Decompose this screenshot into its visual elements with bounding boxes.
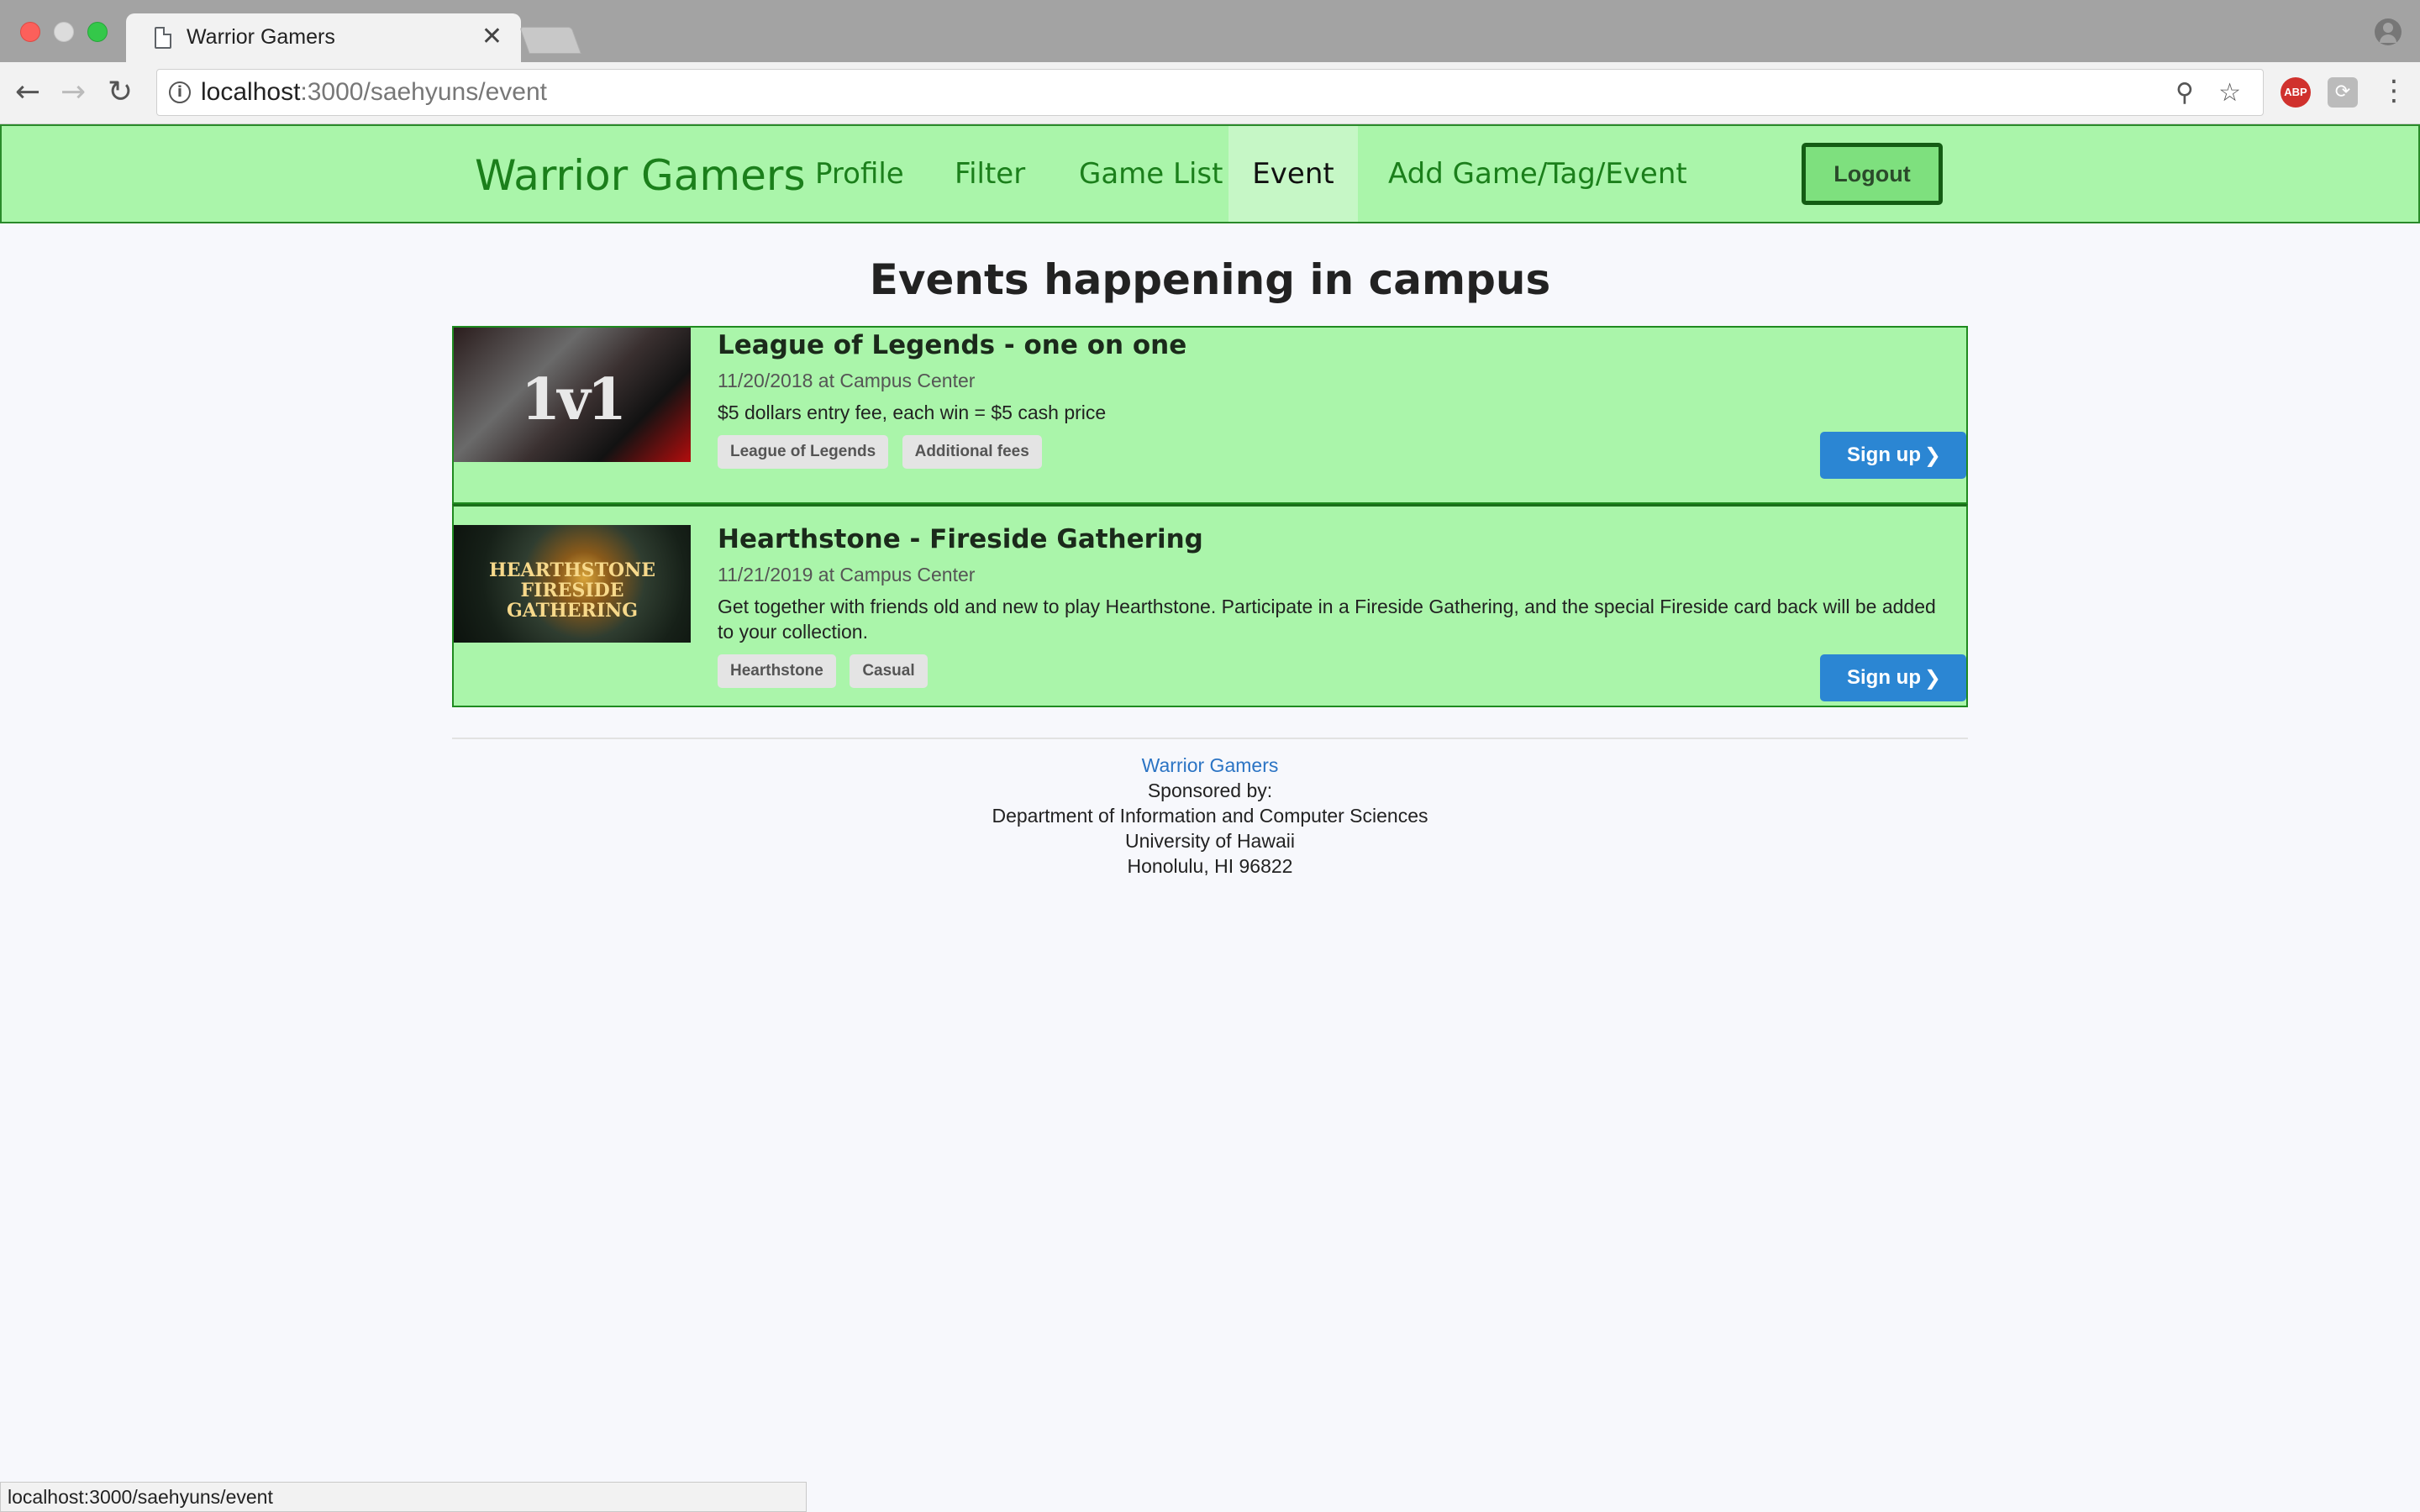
zoom-icon[interactable]: ⚲ bbox=[2175, 78, 2194, 108]
page-icon bbox=[155, 27, 171, 49]
tab-close-icon[interactable]: ✕ bbox=[481, 22, 502, 51]
signup-button[interactable]: Sign up ❯ bbox=[1820, 432, 1966, 479]
thumbnail-text: 1v1 bbox=[520, 366, 627, 433]
reload-icon[interactable]: ↻ bbox=[108, 74, 133, 111]
adblock-icon[interactable]: ABP bbox=[2281, 77, 2311, 108]
tag-label: Additional fees bbox=[902, 435, 1042, 469]
footer-address: Honolulu, HI 96822 bbox=[1127, 855, 1293, 877]
event-thumbnail: 1v1 bbox=[454, 328, 691, 462]
nav-item-game-list[interactable]: Game List bbox=[1079, 126, 1223, 222]
thumbnail-text: HEARTHSTONE FIRESIDE GATHERING bbox=[489, 559, 655, 622]
browser-status-bar: localhost:3000/saehyuns/event bbox=[0, 1482, 807, 1512]
url-path: :3000/saehyuns/event bbox=[300, 78, 547, 106]
tab-title: Warrior Gamers bbox=[187, 25, 335, 49]
event-thumbnail: HEARTHSTONE FIRESIDE GATHERING bbox=[454, 525, 691, 643]
signup-label: Sign up bbox=[1847, 666, 1921, 689]
footer-brand-link[interactable]: Warrior Gamers bbox=[452, 753, 1968, 778]
event-card: HEARTHSTONE FIRESIDE GATHERING Hearthsto… bbox=[452, 504, 1968, 707]
event-description: $5 dollars entry fee, each win = $5 cash… bbox=[718, 402, 1107, 423]
new-tab-button[interactable] bbox=[519, 27, 581, 54]
user-profile-icon[interactable] bbox=[2375, 18, 2402, 45]
tag-label: Hearthstone bbox=[718, 654, 836, 688]
url-host: localhost bbox=[201, 78, 301, 106]
logout-button[interactable]: Logout bbox=[1802, 143, 1943, 205]
site-brand[interactable]: Warrior Gamers bbox=[475, 151, 806, 200]
event-title: Hearthstone - Fireside Gathering bbox=[718, 524, 1203, 554]
event-meta: 11/21/2019 at Campus Center bbox=[718, 564, 976, 585]
forward-arrow-icon[interactable]: → bbox=[60, 74, 86, 111]
tag-label: League of Legends bbox=[718, 435, 889, 469]
footer-department: Department of Information and Computer S… bbox=[992, 805, 1428, 827]
extension-icon[interactable]: ⟳ bbox=[2328, 77, 2358, 108]
browser-menu-icon[interactable]: ⋮ bbox=[2380, 74, 2408, 108]
browser-tab[interactable]: Warrior Gamers ✕ bbox=[126, 13, 521, 62]
event-body: Hearthstone - Fireside Gathering 11/21/2… bbox=[718, 522, 1949, 688]
site-info-icon[interactable]: i bbox=[169, 81, 191, 103]
address-bar[interactable]: i localhost:3000/saehyuns/event ⚲ ☆ bbox=[156, 69, 2264, 116]
nav-item-filter[interactable]: Filter bbox=[955, 126, 1025, 222]
chevron-right-icon: ❯ bbox=[1923, 444, 1941, 467]
window-close-button[interactable] bbox=[20, 22, 40, 42]
url-text[interactable]: localhost:3000/saehyuns/event bbox=[201, 78, 547, 107]
event-meta: 11/20/2018 at Campus Center bbox=[718, 370, 976, 391]
nav-item-event[interactable]: Event bbox=[1228, 126, 1358, 222]
tag-label: Casual bbox=[850, 654, 928, 688]
event-description: Get together with friends old and new to… bbox=[718, 596, 1936, 643]
window-minimize-button[interactable] bbox=[54, 22, 74, 42]
footer-sponsored: Sponsored by: bbox=[1147, 780, 1273, 801]
browser-titlebar: Warrior Gamers ✕ bbox=[0, 0, 2420, 62]
event-tags: League of Legends Additional fees bbox=[718, 435, 1949, 469]
event-card: 1v1 League of Legends - one on one 11/20… bbox=[452, 326, 1968, 504]
signup-button[interactable]: Sign up ❯ bbox=[1820, 654, 1966, 701]
page-title: Events happening in campus bbox=[869, 255, 1551, 304]
site-navbar: Warrior Gamers Profile Filter Game List … bbox=[0, 124, 2420, 223]
back-arrow-icon[interactable]: ← bbox=[15, 74, 40, 111]
nav-item-profile[interactable]: Profile bbox=[815, 126, 904, 222]
chevron-right-icon: ❯ bbox=[1923, 666, 1941, 690]
nav-item-add-game-tag-event[interactable]: Add Game/Tag/Event bbox=[1388, 126, 1687, 222]
page-footer: Warrior Gamers Sponsored by: Department … bbox=[452, 738, 1968, 879]
event-title: League of Legends - one on one bbox=[718, 330, 1187, 360]
window-maximize-button[interactable] bbox=[87, 22, 108, 42]
event-body: League of Legends - one on one 11/20/201… bbox=[718, 328, 1949, 469]
footer-university: University of Hawaii bbox=[1125, 830, 1295, 852]
signup-label: Sign up bbox=[1847, 444, 1921, 466]
bookmark-star-icon[interactable]: ☆ bbox=[2218, 78, 2241, 108]
event-tags: Hearthstone Casual bbox=[718, 654, 1949, 688]
browser-toolbar: ← → ↻ i localhost:3000/saehyuns/event ⚲ … bbox=[0, 62, 2420, 124]
